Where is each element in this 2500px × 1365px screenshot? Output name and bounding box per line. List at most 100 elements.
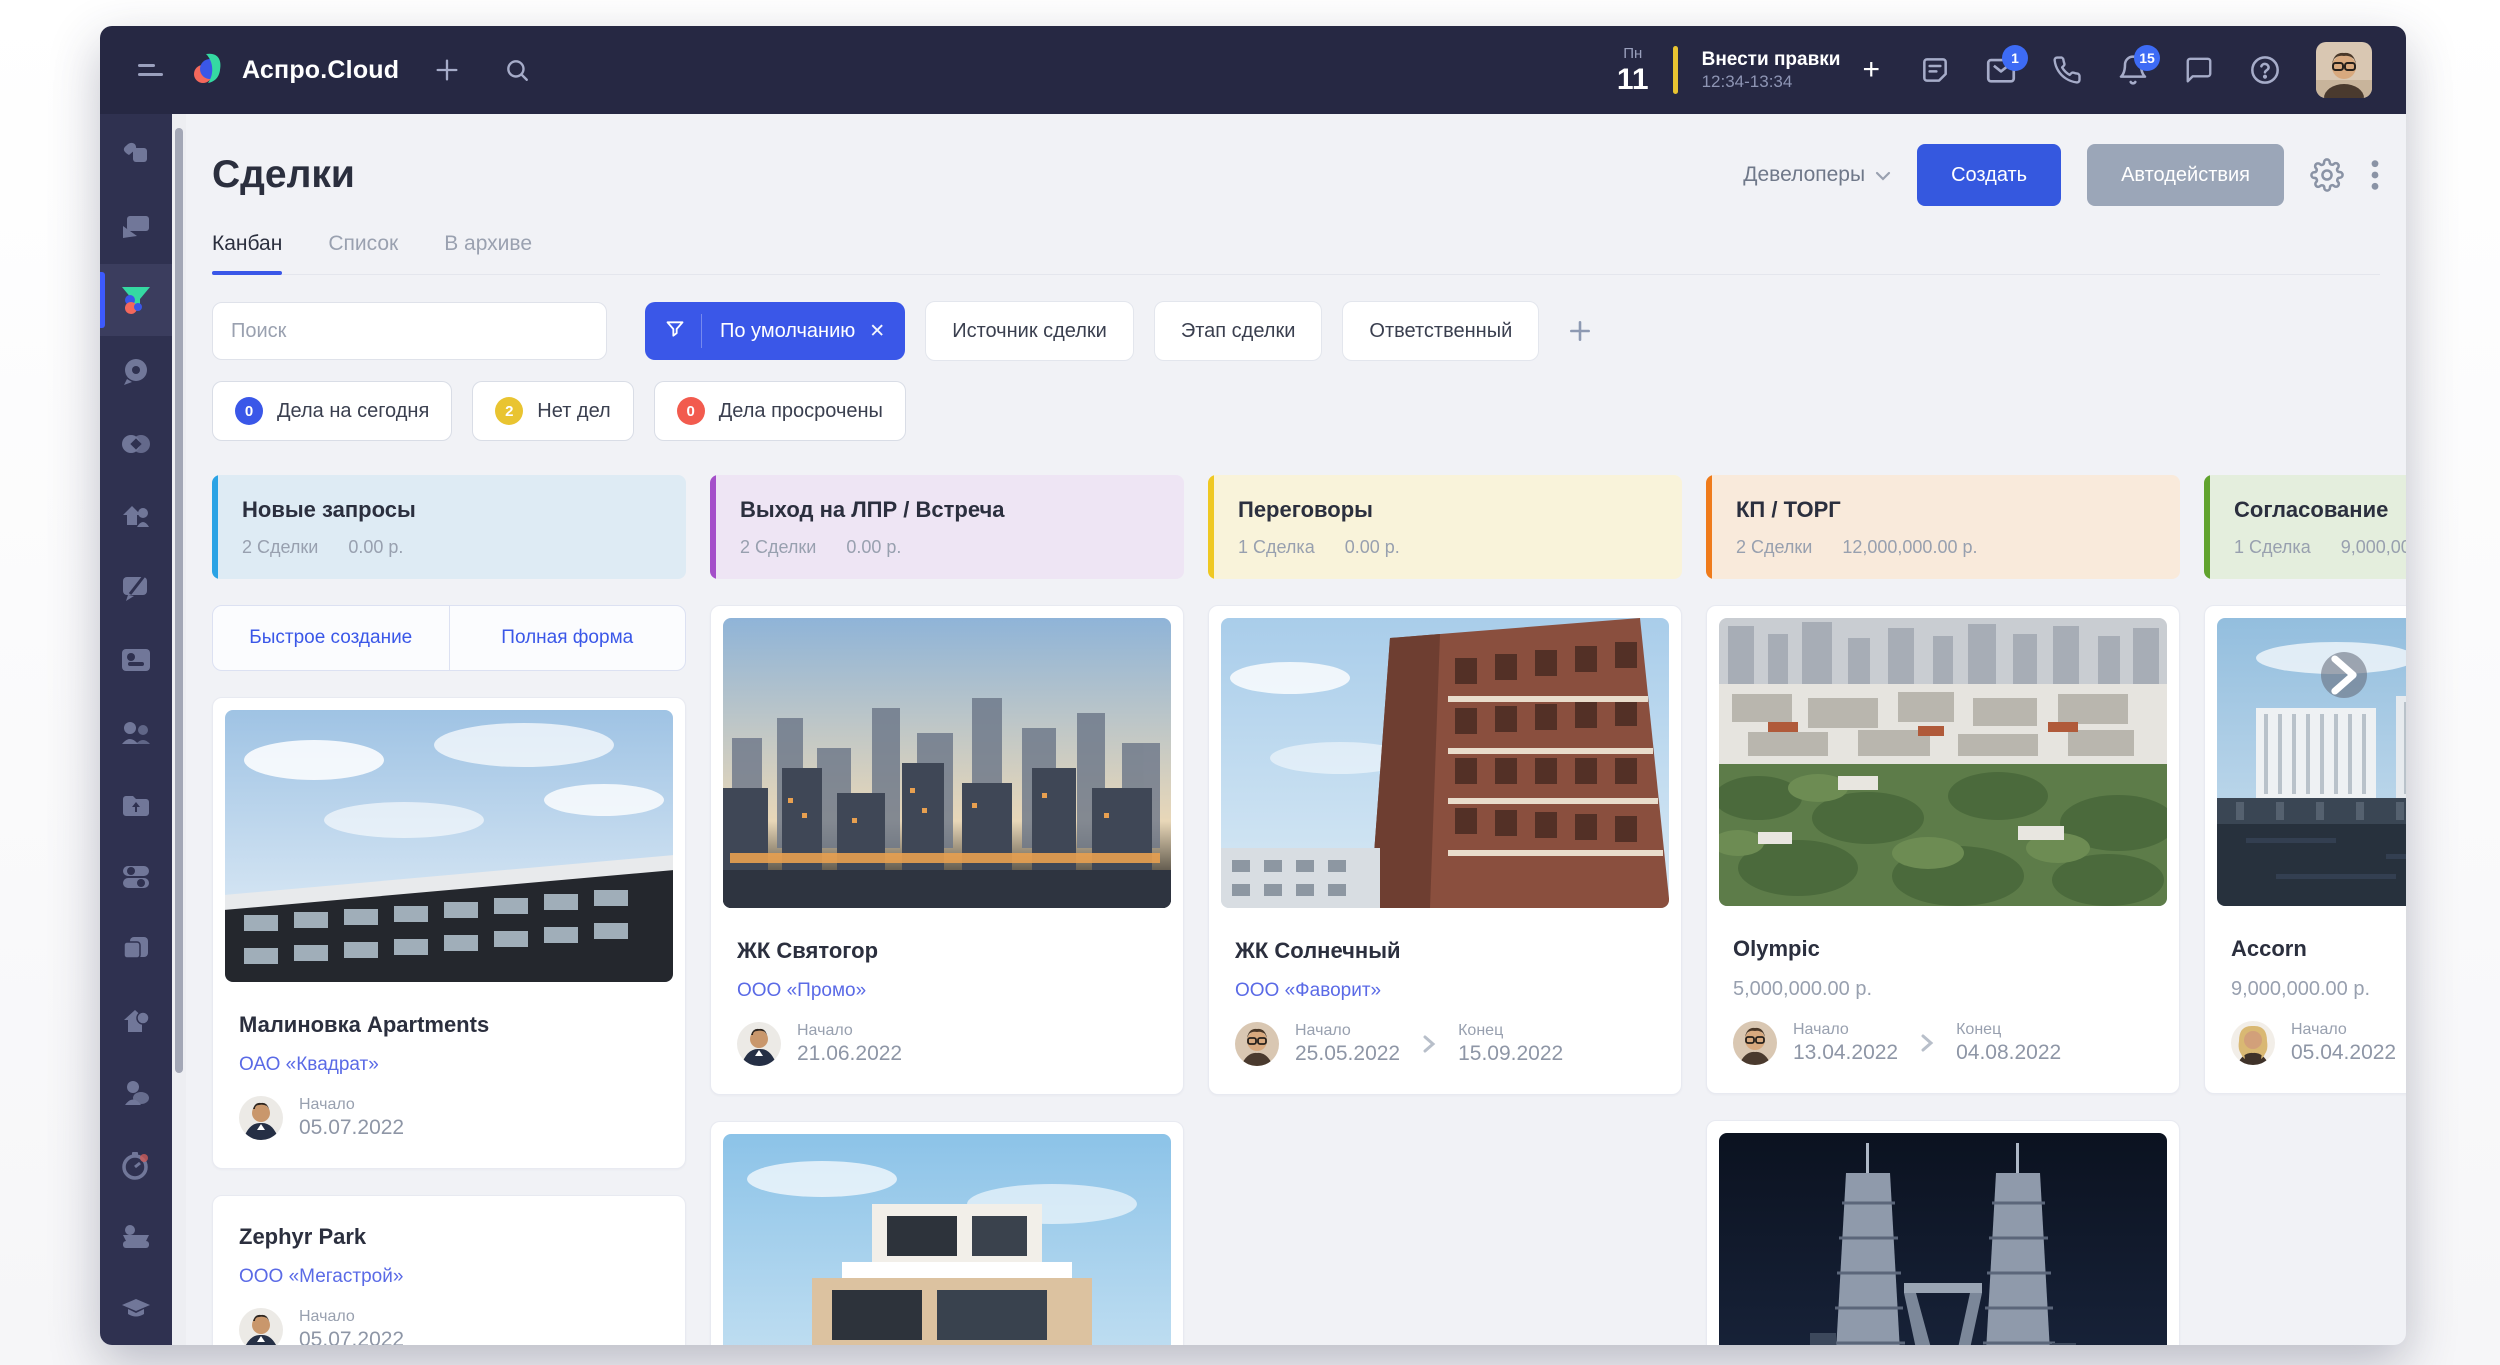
sidebar-item-projects[interactable]	[100, 192, 172, 264]
bell-icon[interactable]: 15	[2104, 41, 2162, 99]
deal-card-solnechny[interactable]: ЖК Солнечный ООО «Фаворит» Начало 25.05.…	[1208, 605, 1682, 1095]
column-header[interactable]: Согласование 1 Сделка 9,000,000.00 р.	[2204, 475, 2406, 579]
page-scrollbar[interactable]	[172, 114, 186, 1345]
phone-icon[interactable]	[2038, 41, 2096, 99]
more-options-icon[interactable]	[2370, 158, 2380, 192]
sidebar-item-chats[interactable]	[100, 336, 172, 408]
sidebar-item-crm[interactable]	[100, 408, 172, 480]
day-number: 11	[1616, 62, 1649, 96]
sidebar-item-hr[interactable]	[100, 1057, 172, 1129]
counter-no-tasks-badge: 2	[495, 397, 524, 425]
responsible-avatar[interactable]	[2231, 1021, 2275, 1065]
start-label: Начало	[2291, 1021, 2347, 1038]
sidebar-item-deals[interactable]	[100, 264, 172, 337]
sidebar-item-time-tracking[interactable]	[100, 1129, 172, 1201]
create-plus-icon[interactable]	[425, 48, 469, 92]
deal-company-link[interactable]: ОАО «Квадрат»	[239, 1054, 659, 1076]
column-sum: 12,000,000.00 р.	[1842, 537, 1978, 557]
deal-card-malinovka[interactable]: Малиновка Apartments ОАО «Квадрат» Начал…	[212, 697, 686, 1169]
pipeline-label: Девелоперы	[1743, 163, 1866, 186]
menu-icon[interactable]	[138, 58, 164, 82]
gear-icon[interactable]	[2310, 158, 2344, 192]
calendar-date[interactable]: Пн 11	[1617, 46, 1649, 95]
sidebar-item-documents[interactable]	[100, 913, 172, 985]
deal-photo	[723, 1134, 1171, 1345]
search-icon[interactable]	[495, 48, 539, 92]
responsible-avatar[interactable]	[1235, 1022, 1279, 1066]
top-bar: Аспро.Cloud Пн 11 Внести правки 12:34-13…	[100, 26, 2406, 114]
column-header[interactable]: Выход на ЛПР / Встреча 2 Сделки 0.00 р.	[710, 475, 1184, 579]
sidebar-item-files[interactable]	[100, 769, 172, 841]
counter-no-tasks[interactable]: 2 Нет дел	[472, 381, 634, 441]
filter-chip-responsible[interactable]: Ответственный	[1342, 301, 1540, 361]
full-form-button[interactable]: Полная форма	[450, 606, 686, 670]
autoactions-button[interactable]: Автодействия	[2087, 144, 2284, 206]
deal-card-accorn[interactable]: Accorn 9,000,000.00 р. Начало 05.04.2022	[2204, 605, 2406, 1094]
chevron-down-icon	[1875, 163, 1891, 187]
filter-chip-source[interactable]: Источник сделки	[925, 301, 1134, 361]
responsible-avatar[interactable]	[737, 1022, 781, 1066]
deal-card-svyatogor[interactable]: ЖК Святогор ООО «Промо» Начало 21.06.202…	[710, 605, 1184, 1095]
mail-icon[interactable]: 1	[1972, 41, 2030, 99]
start-label: Начало	[299, 1096, 355, 1113]
sidebar-item-team[interactable]	[100, 697, 172, 769]
column-accent-bar	[1706, 475, 1712, 579]
clear-filter-icon[interactable]: ✕	[869, 320, 885, 343]
deal-company-link[interactable]: ООО «Промо»	[737, 980, 1157, 1002]
quick-create-button[interactable]: Быстрое создание	[213, 606, 450, 670]
sidebar-item-dashboard[interactable]	[100, 120, 172, 192]
app-window: Аспро.Cloud Пн 11 Внести правки 12:34-13…	[100, 26, 2406, 1345]
deal-company-link[interactable]: ООО «Мегастрой»	[239, 1266, 659, 1288]
column-accent-bar	[2204, 475, 2210, 579]
column-header[interactable]: КП / ТОРГ 2 Сделки 12,000,000.00 р.	[1706, 475, 2180, 579]
column-header[interactable]: Новые запросы 2 Сделки 0.00 р.	[212, 475, 686, 579]
scrollbar-thumb[interactable]	[175, 128, 183, 1073]
funnel-icon	[665, 319, 685, 344]
counter-today-badge: 0	[235, 397, 263, 425]
sidebar-item-messages[interactable]	[100, 552, 172, 624]
deal-company-link[interactable]: ООО «Фаворит»	[1235, 980, 1655, 1002]
search-input[interactable]	[212, 302, 607, 360]
help-icon[interactable]	[2236, 41, 2294, 99]
app-logo[interactable]: Аспро.Cloud	[190, 48, 399, 93]
add-event-icon[interactable]: +	[1862, 53, 1880, 87]
user-avatar[interactable]	[2316, 42, 2372, 98]
create-button[interactable]: Создать	[1917, 144, 2062, 206]
deal-card-towers[interactable]	[1706, 1120, 2180, 1345]
next-event[interactable]: Внести правки 12:34-13:34	[1702, 48, 1841, 93]
responsible-avatar[interactable]	[1733, 1021, 1777, 1065]
deal-card-olympic[interactable]: Olympic 5,000,000.00 р. Начало 13.04.202…	[1706, 605, 2180, 1094]
filter-preset-button[interactable]: По умолчанию ✕	[645, 302, 906, 360]
notes-icon[interactable]	[1906, 41, 1964, 99]
responsible-avatar[interactable]	[239, 1308, 283, 1345]
start-label: Начало	[1295, 1022, 1351, 1039]
sidebar-item-company[interactable]	[100, 480, 172, 552]
deal-card-villa[interactable]	[710, 1121, 1184, 1345]
counter-overdue[interactable]: 0 Дела просрочены	[653, 381, 906, 441]
filter-chip-stage[interactable]: Этап сделки	[1153, 301, 1323, 361]
quick-create-group: Быстрое создание Полная форма	[212, 605, 686, 671]
scroll-columns-next-button[interactable]	[2321, 652, 2367, 698]
tab-kanban[interactable]: Канбан	[212, 232, 283, 275]
chat-icon[interactable]	[2170, 41, 2228, 99]
counter-today[interactable]: 0 Дела на сегодня	[212, 381, 453, 441]
tab-list[interactable]: Список	[328, 232, 398, 274]
column-title: Согласование	[2234, 497, 2389, 522]
deal-card-zephyr[interactable]: Zephyr Park ООО «Мегастрой» Начало 05.07…	[212, 1195, 686, 1345]
add-filter-icon[interactable]	[1567, 318, 1593, 344]
sidebar-item-portal[interactable]	[100, 985, 172, 1057]
deal-photo	[1719, 1133, 2167, 1345]
sidebar-item-clients-base[interactable]	[100, 1201, 172, 1273]
responsible-avatar[interactable]	[239, 1096, 283, 1140]
deal-title: Малиновка Apartments	[239, 1012, 490, 1037]
sidebar-item-settings-toggles[interactable]	[100, 841, 172, 913]
start-date: 05.07.2022	[299, 1116, 405, 1139]
sidebar-item-contacts[interactable]	[100, 624, 172, 696]
pipeline-selector[interactable]: Девелоперы	[1743, 163, 1891, 187]
sidebar-item-learning[interactable]	[100, 1273, 172, 1345]
chevron-right-icon	[1422, 1034, 1436, 1054]
column-header[interactable]: Переговоры 1 Сделка 0.00 р.	[1208, 475, 1682, 579]
start-date: 05.04.2022	[2291, 1041, 2397, 1064]
column-accent-bar	[1208, 475, 1214, 579]
tab-archive[interactable]: В архиве	[444, 232, 532, 274]
